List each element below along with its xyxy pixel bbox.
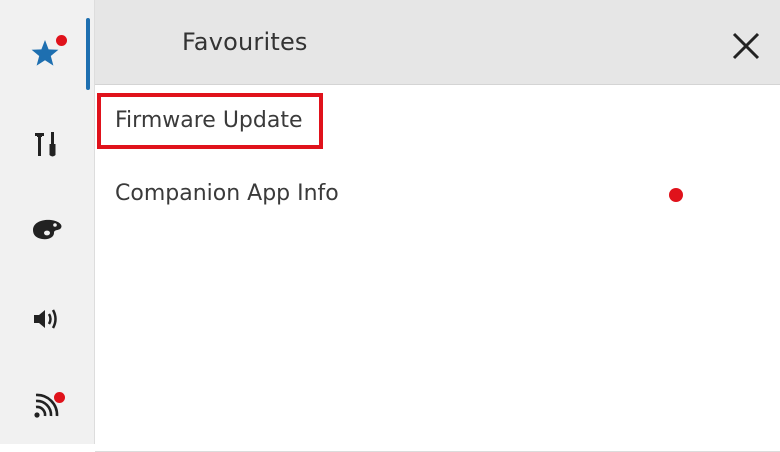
sidebar (0, 0, 95, 444)
list-item-companion-app-info[interactable]: Companion App Info (95, 158, 780, 233)
list-item (95, 377, 780, 452)
close-icon (732, 32, 760, 60)
notification-dot (56, 35, 67, 46)
panel-header: Favourites (95, 0, 780, 85)
list-item-label: Companion App Info (115, 181, 339, 206)
list-item-label: Firmware Update (115, 108, 303, 133)
favourites-panel: Favourites Firmware Update Companion App… (95, 0, 780, 452)
sidebar-item-favourites[interactable] (0, 19, 94, 89)
sidebar-item-audio[interactable] (0, 284, 94, 354)
tools-icon (25, 122, 69, 166)
sidebar-item-connectivity[interactable] (0, 370, 94, 440)
sidebar-item-sound-style[interactable] (0, 194, 94, 264)
signal-icon (25, 383, 69, 427)
list-item-firmware-update[interactable]: Firmware Update (95, 85, 780, 160)
close-button[interactable] (724, 24, 768, 68)
list-item (95, 304, 780, 379)
notification-dot (669, 188, 683, 202)
list-item (95, 231, 780, 306)
star-icon (25, 32, 69, 76)
notification-dot (54, 392, 65, 403)
speaker-icon (25, 297, 69, 341)
palette-icon (25, 207, 69, 251)
sidebar-item-tools[interactable] (0, 109, 94, 179)
page-title: Favourites (182, 28, 308, 56)
